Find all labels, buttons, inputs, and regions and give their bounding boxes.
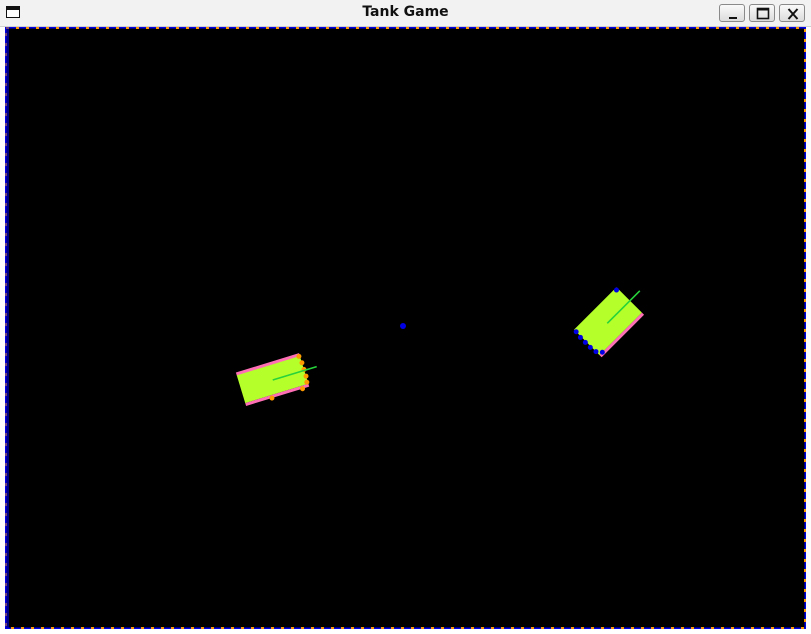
bullet <box>400 323 406 329</box>
close-button[interactable] <box>779 4 805 22</box>
game-canvas[interactable] <box>5 27 806 629</box>
maximize-icon <box>756 7 770 20</box>
tank-2-body <box>574 287 642 356</box>
tank-2 <box>573 287 645 358</box>
tank-1 <box>235 353 317 406</box>
minimize-icon <box>729 17 737 19</box>
maximize-button[interactable] <box>749 4 775 22</box>
title-bar[interactable]: Tank Game <box>0 0 811 27</box>
window-title: Tank Game <box>362 4 449 20</box>
minimize-button[interactable] <box>719 4 745 22</box>
arena-border <box>5 27 806 629</box>
close-icon <box>787 8 799 20</box>
